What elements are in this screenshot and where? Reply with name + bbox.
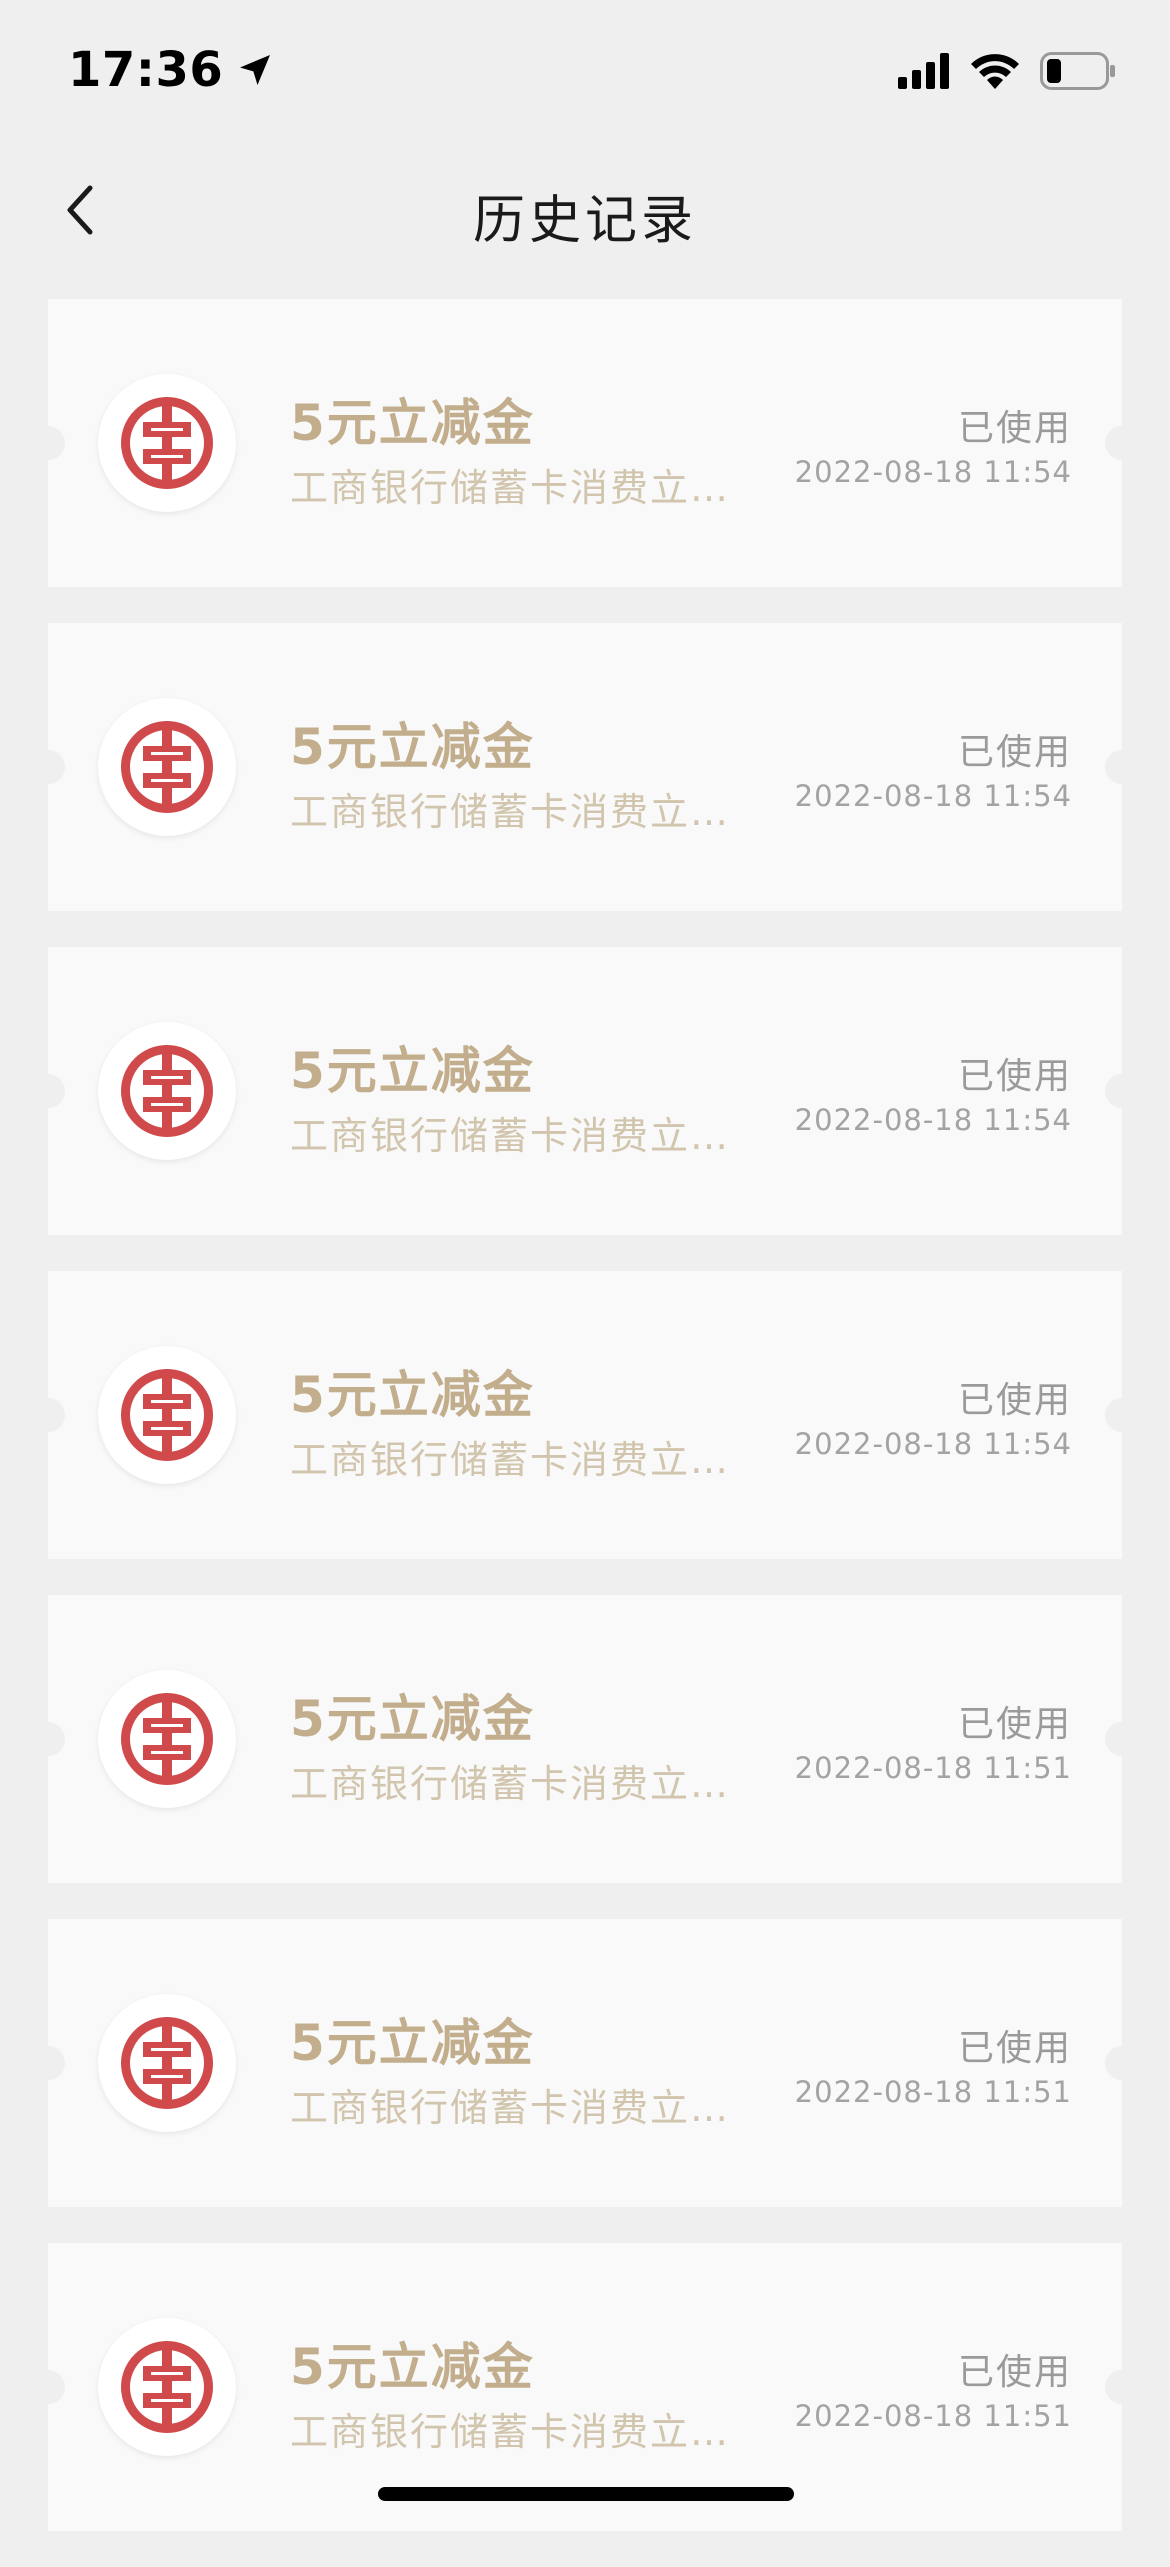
card-notch-right [1105,1074,1139,1108]
card-notch-right [1105,1398,1139,1432]
page-title: 历史记录 [472,191,697,251]
battery-icon [1040,52,1115,90]
icbc-logo-icon [98,1994,236,2132]
coupon-title: 5元立减金 [290,2338,535,2396]
card-notch-left [31,1398,65,1432]
location-arrow-icon [240,55,271,85]
coupon-status: 已使用 [957,2352,1072,2393]
icbc-logo-icon [98,374,236,512]
coupon-title: 5元立减金 [290,1042,535,1100]
coupon-card[interactable]: 5元立减金 工商银行储蓄卡消费立减金 已使用 2022-08-18 11:54 [31,1271,1139,1559]
coupon-title: 5元立减金 [290,2014,535,2072]
cellular-signal-icon [898,53,949,89]
coupon-card[interactable]: 5元立减金 工商银行储蓄卡消费立减金 已使用 2022-08-18 11:54 [31,947,1139,1235]
coupon-status: 已使用 [957,408,1072,449]
icbc-logo-icon [98,1670,236,1808]
coupon-card[interactable]: 5元立减金 工商银行储蓄卡消费立减金 已使用 2022-08-18 11:54 [31,623,1139,911]
wifi-icon [971,54,1019,89]
coupon-description: 工商银行储蓄卡消费立减金 [290,466,730,510]
coupon-description: 工商银行储蓄卡消费立减金 [290,1762,730,1806]
card-notch-left [31,1074,65,1108]
coupon-title: 5元立减金 [290,718,535,776]
coupon-list: 5元立减金 工商银行储蓄卡消费立减金 已使用 2022-08-18 11:54 … [31,299,1139,2567]
card-notch-left [31,750,65,784]
nav-bar: 历史记录 [0,150,1170,270]
icbc-logo-icon [98,1022,236,1160]
card-notch-right [1105,750,1139,784]
coupon-status: 已使用 [957,2028,1072,2069]
coupon-status: 已使用 [957,1056,1072,1097]
coupon-timestamp: 2022-08-18 11:51 [794,2075,1072,2109]
coupon-description: 工商银行储蓄卡消费立减金 [290,1114,730,1158]
coupon-status: 已使用 [957,732,1072,773]
coupon-card[interactable]: 5元立减金 工商银行储蓄卡消费立减金 已使用 2022-08-18 11:51 [31,1595,1139,1883]
card-notch-right [1105,1722,1139,1756]
coupon-timestamp: 2022-08-18 11:51 [794,1751,1072,1785]
card-notch-right [1105,2370,1139,2404]
coupon-status: 已使用 [957,1704,1072,1745]
status-time-text: 17:36 [68,42,224,98]
card-notch-left [31,2370,65,2404]
icbc-logo-icon [98,1346,236,1484]
card-notch-right [1105,2046,1139,2080]
icbc-logo-icon [98,2318,236,2456]
coupon-title: 5元立减金 [290,1366,535,1424]
coupon-description: 工商银行储蓄卡消费立减金 [290,2410,730,2454]
coupon-timestamp: 2022-08-18 11:54 [794,779,1072,813]
coupon-status: 已使用 [957,1380,1072,1421]
coupon-description: 工商银行储蓄卡消费立减金 [290,1438,730,1482]
card-notch-right [1105,426,1139,460]
coupon-timestamp: 2022-08-18 11:54 [794,1427,1072,1461]
coupon-card[interactable]: 5元立减金 工商银行储蓄卡消费立减金 已使用 2022-08-18 11:54 [31,299,1139,587]
coupon-timestamp: 2022-08-18 11:51 [794,2399,1072,2433]
coupon-title: 5元立减金 [290,394,535,452]
coupon-description: 工商银行储蓄卡消费立减金 [290,2086,730,2130]
status-bar: 17:36 [0,0,1170,150]
coupon-title: 5元立减金 [290,1690,535,1748]
status-time: 17:36 [68,42,275,98]
coupon-timestamp: 2022-08-18 11:54 [794,455,1072,489]
card-notch-left [31,2046,65,2080]
status-icons [898,52,1116,90]
coupon-timestamp: 2022-08-18 11:54 [794,1103,1072,1137]
icbc-logo-icon [98,698,236,836]
coupon-card[interactable]: 5元立减金 工商银行储蓄卡消费立减金 已使用 2022-08-18 11:51 [31,1919,1139,2207]
card-notch-left [31,426,65,460]
home-indicator [378,2487,794,2501]
card-notch-left [31,1722,65,1756]
coupon-description: 工商银行储蓄卡消费立减金 [290,790,730,834]
